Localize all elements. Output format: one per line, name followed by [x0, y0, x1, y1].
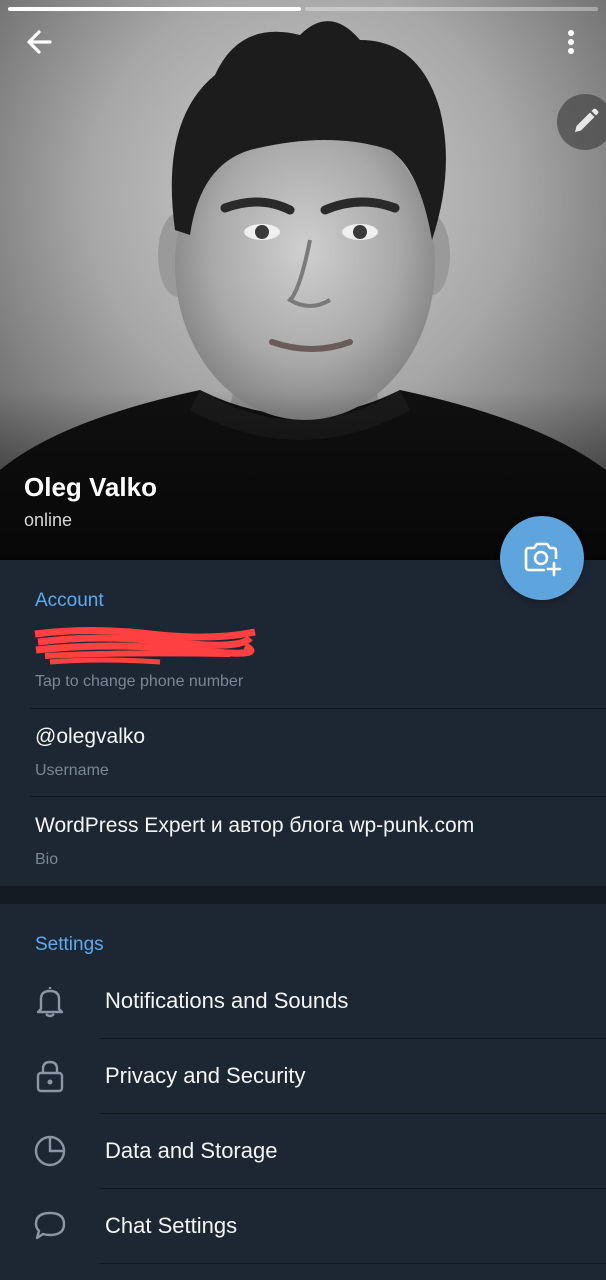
divider [30, 708, 606, 709]
username-label: Username [35, 762, 109, 779]
photo-progress-segment [8, 7, 301, 11]
more-vertical-icon [568, 30, 574, 54]
settings-item-data-storage[interactable]: Data and Storage [0, 1114, 606, 1188]
bio-label: Bio [35, 851, 59, 868]
settings-item-label: Data and Storage [105, 1138, 278, 1163]
divider [100, 1263, 606, 1264]
photo-progress-segment [305, 7, 598, 11]
settings-item-label: Notifications and Sounds [105, 988, 349, 1013]
profile-status: online [24, 510, 73, 530]
profile-photo-header[interactable]: Oleg Valko online [0, 0, 606, 560]
settings-item-label: Chat Settings [105, 1213, 238, 1238]
username-value: @olegvalko [35, 725, 146, 748]
bio-value: WordPress Expert и автор блога wp-punk.c… [35, 814, 475, 837]
more-options-button[interactable] [556, 24, 586, 60]
redacted-phone-number [34, 627, 256, 665]
set-photo-button[interactable] [500, 516, 584, 600]
lock-icon [36, 1060, 64, 1093]
arrow-left-icon [27, 30, 52, 54]
settings-item-label: Privacy and Security [105, 1063, 306, 1088]
phone-hint: Tap to change phone number [35, 673, 244, 690]
pencil-icon [575, 108, 599, 132]
settings-item-chat[interactable]: Chat Settings [0, 1189, 606, 1263]
settings-section-title: Settings [35, 934, 104, 955]
settings-item-notifications[interactable]: Notifications and Sounds [0, 964, 606, 1038]
photo-progress [8, 7, 598, 11]
back-button[interactable] [20, 24, 60, 60]
camera-add-icon [524, 542, 562, 577]
section-separator [0, 886, 606, 904]
settings-item-privacy[interactable]: Privacy and Security [0, 1039, 606, 1113]
divider [30, 796, 606, 797]
edit-button[interactable] [557, 94, 606, 150]
account-section-title: Account [35, 590, 104, 611]
pie-chart-icon [34, 1135, 66, 1167]
chat-bubble-icon [34, 1211, 66, 1240]
bell-icon [36, 987, 64, 1018]
profile-name: Oleg Valko [24, 472, 157, 502]
